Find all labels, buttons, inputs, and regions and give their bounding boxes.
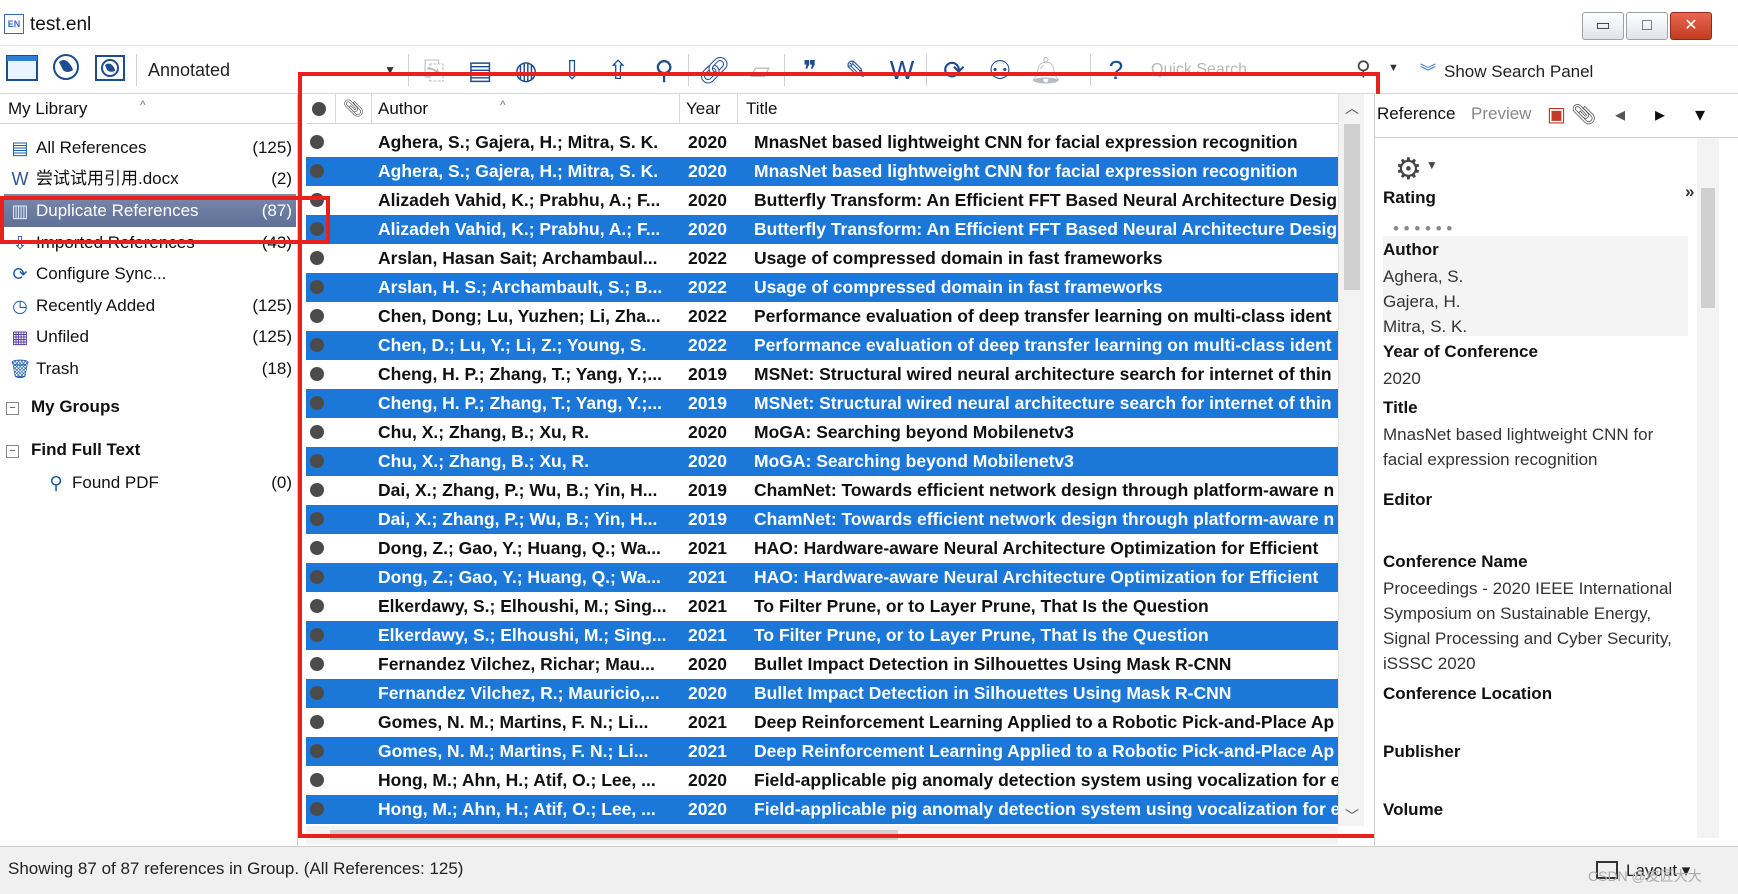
toolbar-separator bbox=[136, 54, 137, 86]
group-count: (2) bbox=[271, 169, 292, 188]
watermark: CSDN @皮匠大大 bbox=[1588, 868, 1702, 884]
author-label: Author bbox=[1383, 240, 1439, 259]
sort-up-icon: ^ bbox=[140, 98, 146, 112]
group-count: (125) bbox=[252, 327, 292, 346]
library-header-label: My Library bbox=[8, 99, 88, 118]
double-chevron-down-icon: ︾ bbox=[1420, 64, 1437, 81]
group-name: 尝试试用引用.docx bbox=[36, 169, 179, 188]
collapse-icon[interactable]: − bbox=[6, 402, 19, 415]
title-label: Title bbox=[1383, 398, 1418, 417]
word-doc-icon: W bbox=[11, 169, 29, 189]
group-name: Configure Sync... bbox=[36, 264, 167, 283]
group-found-pdf[interactable]: ⚲ Found PDF (0) bbox=[40, 466, 296, 499]
rating-label: Rating bbox=[1383, 188, 1436, 207]
reference-fields: ⚙ ▼ » Rating • • • • • • Author Aghera, S… bbox=[1375, 144, 1695, 844]
scroll-thumb[interactable] bbox=[1701, 188, 1715, 308]
group-configure-sync[interactable]: ⟳ Configure Sync... bbox=[4, 257, 296, 290]
local-library-mode-icon[interactable] bbox=[4, 52, 40, 88]
maximize-button[interactable]: □ bbox=[1626, 12, 1668, 40]
settings-gear-icon[interactable]: ⚙ ▼ bbox=[1395, 152, 1438, 187]
volume-label: Volume bbox=[1383, 800, 1444, 819]
group-count: (18) bbox=[261, 359, 292, 378]
group-trash[interactable]: 🗑︎ Trash (18) bbox=[4, 352, 296, 385]
window-title: test.enl bbox=[30, 14, 92, 35]
sync-icon: ⟳ bbox=[12, 264, 28, 284]
editor-label: Editor bbox=[1383, 490, 1433, 509]
expand-icon[interactable]: » bbox=[1685, 182, 1694, 202]
group-name: Trash bbox=[36, 359, 79, 378]
annotation-highlight-duplicates bbox=[0, 196, 330, 244]
trash-icon: 🗑︎ bbox=[8, 359, 32, 379]
title-value[interactable]: MnasNet based lightweight CNN for facial… bbox=[1383, 422, 1691, 472]
search-document-icon: ⚲ bbox=[49, 473, 63, 493]
unfiled-icon: ▦ bbox=[11, 327, 29, 347]
conference-name-label: Conference Name bbox=[1383, 552, 1528, 571]
title-bar: EN test.enl ▭ □ ✕ bbox=[0, 0, 1738, 46]
previous-icon[interactable]: ◂ bbox=[1615, 102, 1625, 127]
tab-preview[interactable]: Preview bbox=[1471, 104, 1531, 124]
year-label: Year of Conference bbox=[1383, 342, 1538, 361]
chevron-down-icon[interactable]: ▼ bbox=[1388, 62, 1399, 74]
find-full-text-section[interactable]: − Find Full Text bbox=[6, 435, 140, 465]
group-recently-added[interactable]: ◷ Recently Added (125) bbox=[4, 289, 296, 322]
my-groups-label: My Groups bbox=[31, 397, 120, 416]
minimize-button[interactable]: ▭ bbox=[1582, 12, 1624, 40]
author-value[interactable]: Gajera, H. bbox=[1383, 289, 1691, 314]
group-count: (125) bbox=[252, 138, 292, 157]
publisher-label: Publisher bbox=[1383, 742, 1461, 761]
author-value[interactable]: Aghera, S. bbox=[1383, 264, 1691, 289]
conference-location-label: Conference Location bbox=[1383, 684, 1553, 703]
status-bar: Showing 87 of 87 references in Group. (A… bbox=[0, 846, 1738, 894]
year-value[interactable]: 2020 bbox=[1383, 366, 1691, 391]
group-word-document[interactable]: W 尝试试用引用.docx (2) bbox=[4, 162, 296, 195]
panel-menu-icon[interactable]: ▾ bbox=[1695, 102, 1705, 127]
detail-tabs: Reference Preview ▣ 📎︎ ◂ ▸ ▾ bbox=[1375, 94, 1738, 138]
detail-vertical-scrollbar[interactable] bbox=[1697, 138, 1719, 838]
my-groups-section[interactable]: − My Groups bbox=[6, 392, 120, 422]
author-value[interactable]: Mitra, S. K. bbox=[1383, 314, 1691, 339]
group-all-references[interactable]: ▤ All References (125) bbox=[4, 131, 296, 164]
endnote-app-icon: EN bbox=[4, 14, 24, 34]
status-text: Showing 87 of 87 references in Group. (A… bbox=[8, 859, 464, 878]
group-unfiled[interactable]: ▦ Unfiled (125) bbox=[4, 320, 296, 353]
clock-icon: ◷ bbox=[12, 296, 28, 316]
online-search-mode-icon[interactable] bbox=[48, 52, 84, 88]
show-search-panel-button[interactable]: ︾ Show Search Panel bbox=[1420, 58, 1593, 82]
collapse-icon[interactable]: − bbox=[6, 445, 19, 458]
annotation-highlight-list bbox=[298, 72, 1380, 838]
find-full-text-label: Find Full Text bbox=[31, 440, 141, 459]
integrated-library-mode-icon[interactable] bbox=[92, 52, 128, 88]
group-count: (0) bbox=[271, 473, 292, 492]
group-name: Unfiled bbox=[36, 327, 89, 346]
output-style-value: Annotated bbox=[148, 60, 231, 80]
pdf-icon[interactable]: ▣ bbox=[1547, 102, 1566, 127]
group-name: All References bbox=[36, 138, 147, 157]
next-icon[interactable]: ▸ bbox=[1655, 102, 1665, 127]
close-button[interactable]: ✕ bbox=[1670, 12, 1712, 40]
stack-icon: ▤ bbox=[11, 138, 29, 158]
conference-name-value[interactable]: Proceedings - 2020 IEEE International Sy… bbox=[1383, 576, 1691, 676]
group-name: Found PDF bbox=[72, 473, 159, 492]
reference-detail-panel: Reference Preview ▣ 📎︎ ◂ ▸ ▾ ⚙ ▼ » Rating… bbox=[1374, 94, 1738, 846]
tab-reference[interactable]: Reference bbox=[1377, 104, 1455, 124]
show-search-panel-label: Show Search Panel bbox=[1444, 62, 1594, 81]
library-header[interactable]: My Library ^ bbox=[0, 94, 297, 124]
group-name: Recently Added bbox=[36, 296, 156, 315]
group-count: (125) bbox=[252, 296, 292, 315]
paperclip-icon[interactable]: 📎︎ bbox=[1571, 102, 1596, 127]
